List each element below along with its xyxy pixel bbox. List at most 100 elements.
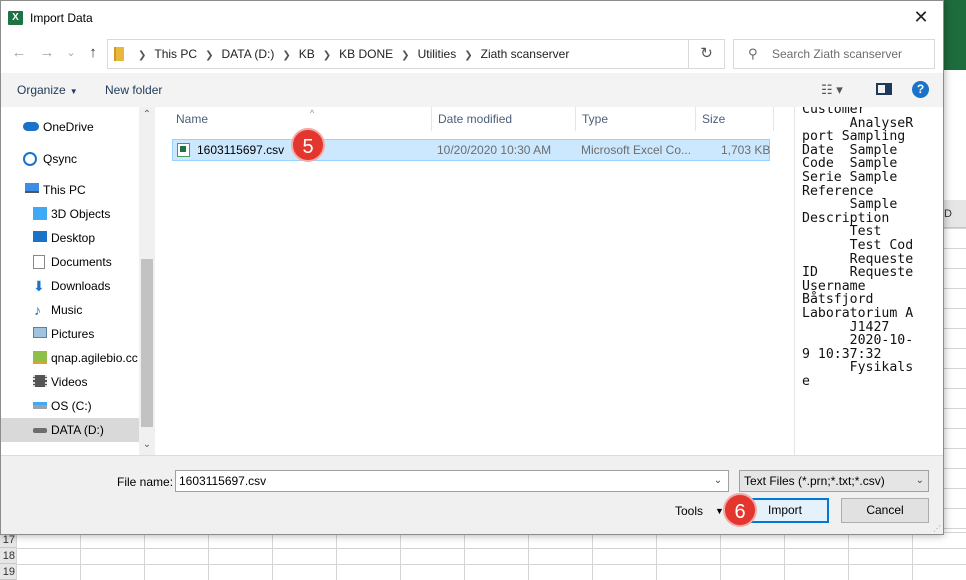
tools-button[interactable]: Tools	[675, 504, 703, 518]
dialog-titlebar[interactable]: X Import Data ✕	[1, 1, 943, 35]
sidebar-item-music[interactable]: ♪ Music	[1, 298, 139, 322]
forward-button[interactable]: →	[37, 43, 57, 63]
sidebar-item-label: OneDrive	[43, 120, 94, 134]
scrollbar-thumb[interactable]	[141, 259, 153, 427]
cloud-icon	[23, 122, 39, 131]
recent-locations-button[interactable]: ⌄	[61, 43, 81, 63]
resize-grip-icon[interactable]: ⋰	[933, 524, 941, 533]
document-icon	[33, 255, 45, 269]
import-data-dialog: X Import Data ✕ ← → ⌄ ↑ ❯ This PC ❯ DATA (D…	[0, 0, 944, 535]
chevron-right-icon: ❯	[282, 50, 291, 61]
new-folder-button[interactable]: New folder	[105, 83, 162, 97]
sort-ascending-icon: ^	[310, 108, 315, 118]
column-header-d[interactable]: D	[944, 200, 966, 228]
excel-app-icon: X	[8, 11, 23, 25]
file-size: 1,703 KB	[721, 143, 771, 157]
breadcrumb: ❯ This PC ❯ DATA (D:) ❯ KB ❯ KB DONE ❯ Utilities ❯…	[130, 40, 569, 68]
search-box[interactable]: ⚲	[733, 39, 935, 69]
sidebar-item-desktop[interactable]: Desktop	[1, 226, 139, 250]
up-button[interactable]: ↑	[83, 43, 103, 63]
column-header-date-modified[interactable]: Date modified	[432, 107, 576, 131]
sidebar-item-this-pc[interactable]: This PC	[1, 178, 139, 202]
breadcrumb-this-pc[interactable]: This PC	[154, 47, 197, 61]
scroll-up-arrow-icon[interactable]: ⌃	[141, 109, 153, 120]
navigation-scrollbar[interactable]: ⌃ ⌄	[139, 107, 155, 455]
breadcrumb-ziath-scanserver[interactable]: Ziath scanserver	[481, 47, 570, 61]
scroll-down-arrow-icon[interactable]: ⌄	[141, 439, 153, 450]
sheet-grid-bottom[interactable]	[16, 532, 966, 580]
refresh-button[interactable]: ↻	[689, 39, 725, 69]
caret-down-icon: ▼	[69, 87, 78, 96]
music-icon: ♪	[34, 302, 41, 318]
column-header-size[interactable]: Size	[696, 107, 774, 131]
video-icon	[33, 375, 47, 387]
preview-pane-icon[interactable]	[876, 83, 892, 95]
file-name-combobox[interactable]: ⌄	[175, 470, 729, 492]
sidebar-item-label: Downloads	[51, 279, 111, 293]
pictures-icon	[33, 327, 47, 338]
sidebar-item-qnap[interactable]: qnap.agilebio.cc	[1, 346, 139, 370]
sidebar-item-label: Qsync	[43, 152, 78, 166]
back-button[interactable]: ←	[9, 43, 29, 63]
disk-icon	[33, 402, 47, 409]
sync-icon	[23, 152, 37, 166]
navigation-bar: ← → ⌄ ↑ ❯ This PC ❯ DATA (D:) ❯ KB ❯ KB DONE ❯ Ut…	[1, 37, 943, 71]
sidebar-item-qsync[interactable]: Qsync	[1, 147, 139, 171]
file-type-select[interactable]: Text Files (*.prn;*.txt;*.csv) ⌄	[739, 470, 929, 492]
chevron-down-icon[interactable]: ⌄	[710, 473, 726, 489]
file-name-input[interactable]	[179, 473, 699, 489]
preview-pane: Customer AnalyseR port Sampling Date Sam…	[794, 107, 943, 455]
download-icon: ⬇	[33, 278, 45, 294]
search-icon: ⚲	[748, 46, 758, 61]
help-icon[interactable]: ?	[912, 81, 929, 98]
excel-ribbon-edge	[944, 0, 966, 70]
sidebar-item-data-d[interactable]: DATA (D:)	[1, 418, 139, 442]
file-row-selected[interactable]: 1603115697.csv 10/20/2020 10:30 AM Micro…	[172, 139, 770, 161]
cancel-button[interactable]: Cancel	[841, 498, 929, 523]
organize-button[interactable]: Organize ▼	[17, 83, 78, 97]
breadcrumb-utilities[interactable]: Utilities	[418, 47, 457, 61]
navigation-pane: OneDrive Qsync This PC 3D Objects Deskto…	[1, 107, 155, 455]
sheet-grid-right[interactable]	[944, 228, 966, 532]
dialog-footer: File name: ⌄ Text Files (*.prn;*.txt;*.c…	[1, 455, 943, 534]
sidebar-item-label: OS (C:)	[51, 399, 92, 413]
file-name-label: File name:	[117, 475, 174, 489]
sidebar-item-label: Music	[51, 303, 83, 317]
sidebar-item-label: 3D Objects	[51, 207, 111, 221]
computer-icon	[25, 183, 39, 193]
row-header-18[interactable]: 18	[0, 548, 16, 564]
sidebar-item-os-c[interactable]: OS (C:)	[1, 394, 139, 418]
view-options-icon[interactable]: ☷ ▾	[821, 82, 843, 98]
sidebar-item-label: Pictures	[51, 327, 95, 341]
address-bar[interactable]: ❯ This PC ❯ DATA (D:) ❯ KB ❯ KB DONE ❯ Utilities ❯…	[107, 39, 786, 69]
breadcrumb-kb-done[interactable]: KB DONE	[339, 47, 393, 61]
dialog-title: Import Data	[30, 11, 93, 25]
sidebar-item-videos[interactable]: Videos	[1, 370, 139, 394]
preview-text: Customer AnalyseR port Sampling Date Sam…	[802, 107, 914, 389]
sidebar-item-onedrive[interactable]: OneDrive	[1, 115, 139, 139]
step-badge-5: 5	[291, 128, 325, 162]
column-header-type[interactable]: Type	[576, 107, 696, 131]
row-header-19[interactable]: 19	[0, 564, 16, 580]
sidebar-item-3d-objects[interactable]: 3D Objects	[1, 202, 139, 226]
breadcrumb-data-d[interactable]: DATA (D:)	[221, 47, 274, 61]
sidebar-item-documents[interactable]: Documents	[1, 250, 139, 274]
chevron-right-icon: ❯	[322, 50, 332, 61]
file-date-modified: 10/20/2020 10:30 AM	[437, 143, 552, 157]
file-list: Name ^ Date modified Type Size 160311569…	[156, 107, 794, 455]
file-name: 1603115697.csv	[197, 143, 285, 157]
search-input[interactable]	[772, 46, 928, 62]
file-type-value: Text Files (*.prn;*.txt;*.csv)	[744, 474, 885, 488]
sidebar-item-downloads[interactable]: ⬇ Downloads	[1, 274, 139, 298]
sidebar-item-pictures[interactable]: Pictures	[1, 322, 139, 346]
network-drive-icon	[33, 351, 47, 364]
sidebar-item-label: Desktop	[51, 231, 96, 245]
breadcrumb-kb[interactable]: KB	[299, 47, 315, 61]
column-header-name[interactable]: Name ^	[170, 107, 432, 131]
sidebar-item-label: This PC	[43, 183, 86, 197]
chevron-down-icon: ⌄	[915, 475, 924, 486]
close-button[interactable]: ✕	[899, 1, 943, 34]
sidebar-item-label: Documents	[51, 255, 112, 269]
command-toolbar: Organize ▼ New folder ☷ ▾ ?	[1, 73, 943, 107]
sidebar-item-label: qnap.agilebio.cc	[51, 351, 138, 365]
